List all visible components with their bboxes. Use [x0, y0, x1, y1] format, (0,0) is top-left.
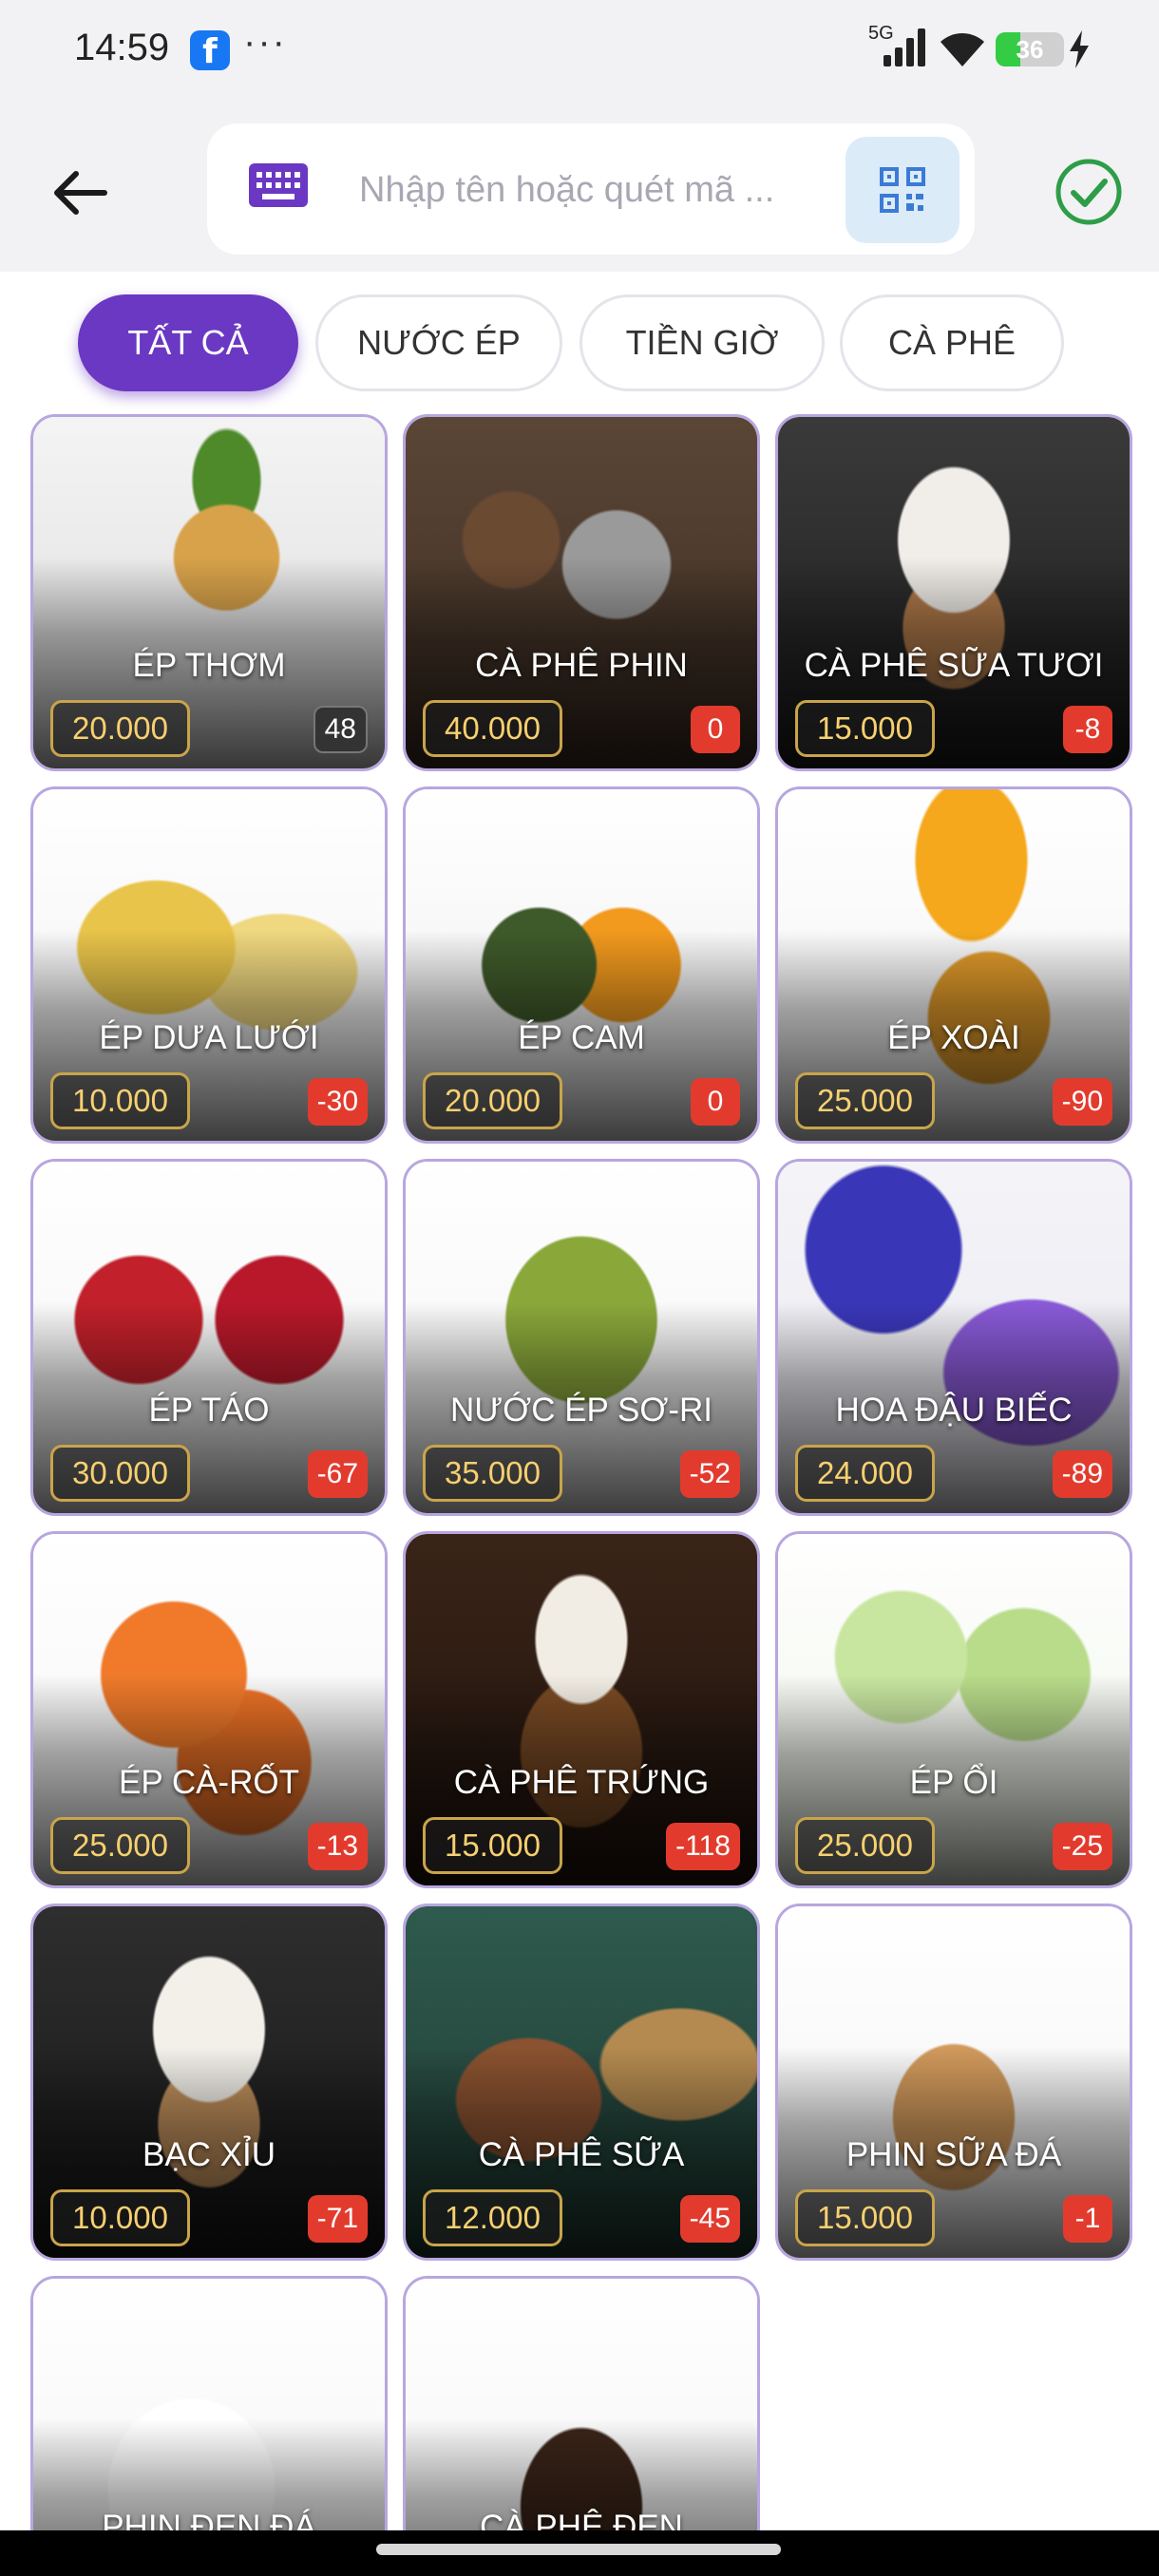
product-price: 15.000 [423, 1817, 562, 1874]
stock-badge: -67 [307, 1450, 368, 1498]
product-price: 35.000 [423, 1445, 562, 1502]
product-name: ÉP TÁO [148, 1392, 270, 1429]
status-bar: 14:59 f ··· 5G 36 [0, 0, 1159, 104]
product-price: 20.000 [50, 700, 190, 757]
product-name: NƯỚC ÉP SƠ-RI [450, 1392, 712, 1429]
product-name: HOA ĐẬU BIẾC [835, 1392, 1073, 1429]
product-card[interactable]: CÀ PHÊ ĐEN [403, 2276, 760, 2538]
battery-level: 36 [1016, 35, 1044, 64]
product-price: 12.000 [423, 2189, 562, 2246]
product-name: ÉP THƠM [132, 647, 286, 684]
product-card[interactable]: ÉP CÀ-RỐT 25.000 -13 [30, 1531, 388, 1888]
product-name: PHIN SỮA ĐÁ [846, 2136, 1062, 2173]
product-card[interactable]: CÀ PHÊ SỮA TƯƠI 15.000 -8 [775, 414, 1132, 771]
image-overlay [33, 2279, 385, 2538]
product-name: ÉP ỔI [909, 1764, 998, 1801]
product-name: CÀ PHÊ PHIN [475, 647, 688, 684]
battery-icon: 36 [996, 32, 1064, 66]
product-name: CÀ PHÊ TRỨNG [453, 1764, 710, 1801]
signal-icon [884, 28, 925, 66]
more-icon: ··· [243, 21, 287, 63]
product-card[interactable]: ÉP DƯA LƯỚI 10.000 -30 [30, 786, 388, 1144]
product-price: 15.000 [795, 2189, 935, 2246]
keyboard-icon[interactable] [249, 163, 308, 207]
image-overlay [406, 2279, 757, 2538]
stock-badge: -52 [679, 1450, 740, 1498]
tab-coffee[interactable]: CÀ PHÊ [840, 294, 1064, 391]
product-name: CÀ PHÊ SỮA TƯƠI [804, 647, 1104, 684]
stock-badge: -25 [1052, 1823, 1112, 1870]
product-price: 25.000 [795, 1072, 935, 1129]
product-card[interactable]: ÉP TÁO 30.000 -67 [30, 1159, 388, 1516]
search-input[interactable] [359, 152, 834, 228]
arrow-left-icon[interactable] [48, 160, 114, 226]
product-card[interactable]: BẠC XỈU 10.000 -71 [30, 1904, 388, 2261]
tab-all[interactable]: TẤT CẢ [78, 294, 298, 391]
stock-badge: 48 [313, 706, 368, 753]
home-indicator[interactable] [376, 2544, 781, 2555]
stock-badge: -118 [666, 1823, 740, 1870]
tab-hourly[interactable]: TIỀN GIỜ [580, 294, 825, 391]
stock-badge: -90 [1052, 1078, 1112, 1126]
product-card[interactable]: ÉP THƠM 20.000 48 [30, 414, 388, 771]
stock-badge: -89 [1052, 1450, 1112, 1498]
wifi-icon [940, 33, 984, 66]
stock-badge: 0 [691, 1078, 740, 1126]
product-price: 10.000 [50, 2189, 190, 2246]
product-price: 25.000 [50, 1817, 190, 1874]
stock-badge: -45 [679, 2195, 740, 2243]
charging-icon [1070, 30, 1089, 68]
stock-badge: -71 [307, 2195, 368, 2243]
category-tabs: TẤT CẢ NƯỚC ÉP TIỀN GIỜ CÀ PHÊ [0, 285, 1159, 408]
product-card[interactable]: ÉP CAM 20.000 0 [403, 786, 760, 1144]
product-price: 10.000 [50, 1072, 190, 1129]
product-name: ÉP XOÀI [887, 1019, 1020, 1056]
product-name: BẠC XỈU [142, 2136, 276, 2173]
product-card[interactable]: CÀ PHÊ SỮA 12.000 -45 [403, 1904, 760, 2261]
tab-juice[interactable]: NƯỚC ÉP [315, 294, 562, 391]
product-card[interactable]: PHIN SỮA ĐÁ 15.000 -1 [775, 1904, 1132, 2261]
qr-code-icon [880, 167, 925, 213]
product-name: ÉP DƯA LƯỚI [99, 1019, 319, 1056]
stock-badge: -1 [1063, 2195, 1112, 2243]
stock-badge: 0 [691, 706, 740, 753]
product-card[interactable]: CÀ PHÊ PHIN 40.000 0 [403, 414, 760, 771]
app-bar [0, 104, 1159, 272]
product-card[interactable]: HOA ĐẬU BIẾC 24.000 -89 [775, 1159, 1132, 1516]
stock-badge: -8 [1063, 706, 1112, 753]
check-circle-icon[interactable] [1054, 158, 1123, 226]
product-price: 30.000 [50, 1445, 190, 1502]
product-price: 20.000 [423, 1072, 562, 1129]
search-box[interactable] [207, 123, 975, 255]
product-grid: ÉP THƠM 20.000 48 CÀ PHÊ PHIN 40.000 0 CÀ PHÊ … [0, 410, 1159, 2538]
product-card[interactable]: PHIN ĐEN ĐÁ [30, 2276, 388, 2538]
product-card[interactable]: ÉP ỔI 25.000 -25 [775, 1531, 1132, 1888]
product-name: ÉP CÀ-RỐT [119, 1764, 299, 1801]
stock-badge: -13 [307, 1823, 368, 1870]
product-price: 40.000 [423, 700, 562, 757]
product-card[interactable]: CÀ PHÊ TRỨNG 15.000 -118 [403, 1531, 760, 1888]
status-time: 14:59 [74, 27, 170, 68]
product-card[interactable]: ÉP XOÀI 25.000 -90 [775, 786, 1132, 1144]
product-price: 25.000 [795, 1817, 935, 1874]
navigation-bar [0, 2530, 1159, 2576]
facebook-icon: f [190, 30, 230, 71]
product-price: 24.000 [795, 1445, 935, 1502]
product-name: ÉP CAM [518, 1019, 645, 1056]
product-name: CÀ PHÊ SỮA [478, 2136, 685, 2173]
stock-badge: -30 [307, 1078, 368, 1126]
qr-scan-button[interactable] [846, 137, 960, 243]
product-price: 15.000 [795, 700, 935, 757]
product-card[interactable]: NƯỚC ÉP SƠ-RI 35.000 -52 [403, 1159, 760, 1516]
